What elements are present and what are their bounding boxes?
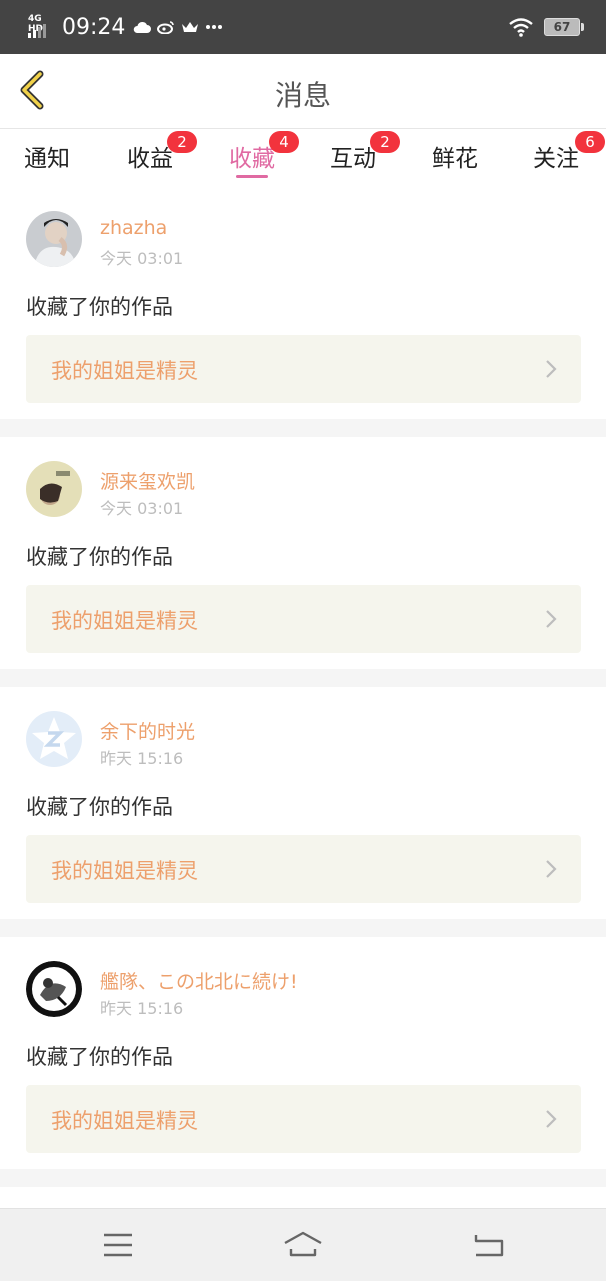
work-title: 我的姐姐是精灵 (51, 859, 198, 883)
count-badge: 4 (269, 131, 299, 153)
crown-icon (182, 22, 199, 32)
work-link[interactable]: 我的姐姐是精灵 (26, 335, 581, 403)
avatar[interactable] (26, 211, 82, 267)
back-nav-button[interactable] (468, 1227, 508, 1263)
count-badge: 2 (167, 131, 197, 153)
action-text: 收藏了你的作品 (26, 295, 173, 319)
home-icon (284, 1231, 322, 1257)
tab-label: 互动 (330, 146, 376, 172)
tab-interactions[interactable]: 互动 2 (330, 131, 400, 173)
action-text: 收藏了你的作品 (26, 795, 173, 819)
avatar-photo (26, 961, 82, 1017)
work-link[interactable]: 我的姐姐是精灵 (26, 835, 581, 903)
page-title: 消息 (274, 79, 331, 112)
tab-favorites[interactable]: 收藏 4 (229, 131, 299, 178)
tab-label: 通知 (24, 146, 70, 172)
message-card: 艦隊、この北北に続け! 昨天 15:16 收藏了你的作品 我的姐姐是精灵 (0, 937, 606, 1169)
tab-label: 关注 (533, 146, 579, 172)
message-card: 余下的时光 昨天 15:16 收藏了你的作品 我的姐姐是精灵 (0, 687, 606, 919)
tab-flowers[interactable]: 鲜花 (432, 139, 478, 173)
work-title: 我的姐姐是精灵 (51, 1109, 198, 1133)
weibo-icon (157, 21, 175, 34)
message-card: 源来玺欢凯 今天 03:01 收藏了你的作品 我的姐姐是精灵 (0, 437, 606, 669)
tab-bar: 通知 收益 2 收藏 4 互动 2 鲜花 关注 6 (0, 129, 606, 187)
tab-notifications[interactable]: 通知 (24, 139, 70, 173)
username[interactable]: 艦隊、この北北に続け! (100, 967, 298, 994)
header: 消息 (0, 54, 606, 129)
chevron-right-icon (546, 360, 557, 378)
cloud-icon (134, 21, 152, 33)
avatar-photo (26, 211, 82, 267)
work-title: 我的姐姐是精灵 (51, 609, 198, 633)
username[interactable]: 余下的时光 (100, 717, 195, 744)
work-link[interactable]: 我的姐姐是精灵 (26, 1085, 581, 1153)
avatar-photo (26, 461, 82, 517)
timestamp: 今天 03:01 (100, 249, 184, 268)
action-text: 收藏了你的作品 (26, 545, 173, 569)
count-badge: 2 (370, 131, 400, 153)
battery-icon: 67 (544, 18, 584, 36)
active-tab-indicator (236, 175, 268, 178)
message-card: zhazha 今天 03:01 收藏了你的作品 我的姐姐是精灵 (0, 187, 606, 419)
count-badge: 6 (575, 131, 605, 153)
avatar[interactable] (26, 461, 82, 517)
action-text: 收藏了你的作品 (26, 1045, 173, 1069)
username[interactable]: zhazha (100, 217, 167, 239)
menu-icon (104, 1233, 132, 1257)
system-nav-bar (0, 1208, 606, 1281)
work-link[interactable]: 我的姐姐是精灵 (26, 585, 581, 653)
timestamp: 昨天 15:16 (100, 749, 184, 768)
tab-follows[interactable]: 关注 6 (533, 131, 605, 173)
battery-level: 67 (553, 20, 571, 34)
timestamp: 昨天 15:16 (100, 999, 184, 1018)
chevron-right-icon (546, 860, 557, 878)
qzone-default-avatar-icon (26, 711, 82, 767)
chevron-right-icon (546, 1110, 557, 1128)
wifi-icon (509, 18, 533, 37)
tab-label: 鲜花 (432, 146, 478, 172)
status-time: 09:24 (62, 14, 126, 40)
status-bar: 4G HD 09:24 67 (0, 0, 606, 54)
chevron-right-icon (546, 610, 557, 628)
avatar[interactable] (26, 711, 82, 767)
more-dots-icon (206, 25, 223, 29)
tab-label: 收藏 (229, 146, 275, 172)
back-icon (474, 1235, 504, 1257)
tab-earnings[interactable]: 收益 2 (127, 131, 197, 173)
message-list: zhazha 今天 03:01 收藏了你的作品 我的姐姐是精灵 源来玺欢凯 今天… (0, 187, 606, 1245)
home-button[interactable] (283, 1227, 323, 1263)
avatar[interactable] (26, 961, 82, 1017)
work-title: 我的姐姐是精灵 (51, 359, 198, 383)
username[interactable]: 源来玺欢凯 (100, 467, 195, 494)
timestamp: 今天 03:01 (100, 499, 184, 518)
tab-label: 收益 (127, 146, 173, 172)
menu-button[interactable] (98, 1227, 138, 1263)
signal-icon: 4G HD (26, 14, 56, 40)
